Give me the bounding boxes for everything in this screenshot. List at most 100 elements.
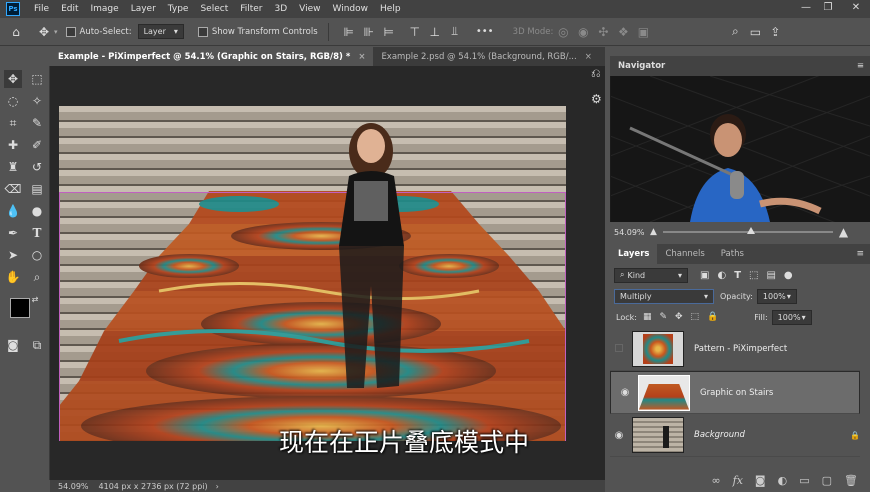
layer-name[interactable]: Background [694, 430, 745, 440]
eye-icon[interactable]: ◉ [616, 387, 634, 398]
3d-slide-icon[interactable]: ❖ [613, 22, 633, 42]
slider-thumb[interactable] [746, 227, 755, 234]
menu-file[interactable]: File [28, 4, 55, 14]
type-tool-icon[interactable]: T [28, 224, 46, 242]
new-group-icon[interactable]: ▭ [799, 474, 809, 487]
share-icon[interactable]: ⇪ [765, 22, 785, 42]
navigator-zoom-value[interactable]: 54.09% [614, 228, 650, 237]
menu-select[interactable]: Select [194, 4, 234, 14]
tab-channels[interactable]: Channels [657, 244, 712, 264]
3d-roll-icon[interactable]: ◉ [573, 22, 593, 42]
menu-filter[interactable]: Filter [234, 4, 268, 14]
move-tool-icon[interactable]: ✥ [34, 22, 54, 42]
menu-window[interactable]: Window [327, 4, 375, 14]
show-transform-checkbox[interactable] [197, 26, 208, 37]
link-layers-icon[interactable]: ∞ [711, 474, 720, 487]
adjustment-layer-icon[interactable]: ◐ [778, 474, 788, 487]
navigator-zoom-slider[interactable] [662, 227, 833, 234]
align-right-icon[interactable]: ⊨ [379, 22, 399, 42]
chevron-down-icon[interactable]: ▾ [54, 28, 58, 36]
menu-image[interactable]: Image [85, 4, 125, 14]
fill-input[interactable]: 100% ▾ [771, 309, 812, 325]
layer-name[interactable]: Graphic on Stairs [700, 388, 773, 398]
crop-tool-icon[interactable]: ⌗ [4, 114, 22, 132]
healing-brush-tool-icon[interactable]: ✚ [4, 136, 22, 154]
pen-tool-icon[interactable]: ✒ [4, 224, 22, 242]
menu-edit[interactable]: Edit [55, 4, 84, 14]
close-icon[interactable]: × [358, 52, 365, 62]
navigator-preview[interactable] [610, 76, 870, 222]
eye-icon[interactable]: ◉ [610, 430, 628, 441]
3d-orbit-icon[interactable]: ◎ [553, 22, 573, 42]
add-mask-icon[interactable]: ◙ [755, 474, 766, 487]
screen-mode-icon[interactable]: ⧉ [28, 336, 46, 354]
brush-tool-icon[interactable]: ✐ [28, 136, 46, 154]
align-left-icon[interactable]: ⊫ [339, 22, 359, 42]
opacity-input[interactable]: 100% ▾ [756, 288, 797, 304]
menu-type[interactable]: Type [162, 4, 195, 14]
layer-name[interactable]: Pattern - PiXimperfect [694, 344, 787, 354]
zoom-out-icon[interactable]: ▲ [650, 227, 657, 237]
3d-scale-icon[interactable]: ▣ [633, 22, 653, 42]
filter-adjustment-icon[interactable]: ◐ [717, 270, 726, 281]
menu-view[interactable]: View [293, 4, 326, 14]
canvas-area[interactable]: 现在在正片叠底模式中 [50, 66, 605, 480]
tab-paths[interactable]: Paths [713, 244, 752, 264]
panel-menu-icon[interactable]: ≡ [857, 61, 864, 71]
align-bottom-icon[interactable]: ⫫ [445, 22, 465, 42]
lasso-tool-icon[interactable]: ◌ [4, 92, 22, 110]
align-top-icon[interactable]: ⊤ [405, 22, 425, 42]
align-center-icon[interactable]: ⊪ [359, 22, 379, 42]
navigator-title[interactable]: Navigator [618, 61, 665, 71]
history-brush-tool-icon[interactable]: ↺ [28, 158, 46, 176]
photoshop-logo-icon[interactable]: Ps [6, 2, 20, 16]
status-zoom[interactable]: 54.09% [58, 482, 89, 491]
ellipse-tool-icon[interactable]: ○ [28, 246, 46, 264]
eraser-tool-icon[interactable]: ⌫ [4, 180, 22, 198]
menu-help[interactable]: Help [374, 4, 407, 14]
blur-tool-icon[interactable]: 💧 [4, 202, 22, 220]
history-panel-icon[interactable]: ⎌ [591, 66, 601, 81]
fx-icon[interactable]: fx [733, 474, 743, 487]
eyedropper-tool-icon[interactable]: ✎ [28, 114, 46, 132]
3d-pan-icon[interactable]: ✣ [593, 22, 613, 42]
align-middle-icon[interactable]: ⊥ [425, 22, 445, 42]
zoom-tool-icon[interactable]: ⌕ [28, 268, 46, 286]
dodge-tool-icon[interactable]: ● [28, 202, 46, 220]
status-arrow-icon[interactable]: › [216, 482, 219, 491]
filter-type-icon[interactable]: T [734, 270, 741, 281]
filter-kind-dropdown[interactable]: ⌕ Kind ▾ [614, 267, 688, 283]
move-tool-icon[interactable]: ✥ [4, 70, 22, 88]
quick-mask-icon[interactable]: ◙ [4, 336, 22, 354]
gradient-tool-icon[interactable]: ▤ [28, 180, 46, 198]
home-icon[interactable]: ⌂ [6, 22, 26, 42]
trash-icon[interactable]: 🗑 [844, 474, 858, 487]
layer-row[interactable]: Pattern - PiXimperfect [610, 328, 860, 371]
search-icon[interactable]: ⌕ [725, 22, 745, 42]
path-selection-tool-icon[interactable]: ➤ [4, 246, 22, 264]
lock-transparent-icon[interactable]: ▦ [643, 312, 652, 322]
layer-row[interactable]: ◉ Background 🔒 [610, 414, 860, 457]
zoom-in-icon[interactable]: ▲ [839, 225, 848, 239]
filter-smart-object-icon[interactable]: ▤ [766, 270, 775, 281]
swap-colors-icon[interactable]: ⇄ [30, 294, 40, 304]
layer-row-selected[interactable]: ◉ Graphic on Stairs [610, 371, 860, 414]
marquee-tool-icon[interactable]: ⬚ [28, 70, 46, 88]
properties-panel-icon[interactable]: ⚙ [591, 92, 602, 106]
document-canvas[interactable] [59, 106, 566, 441]
hand-tool-icon[interactable]: ✋ [4, 268, 22, 286]
visibility-off-icon[interactable] [610, 343, 628, 355]
lock-pixels-icon[interactable]: ✎ [659, 312, 667, 322]
auto-select-checkbox[interactable] [65, 26, 76, 37]
minimize-button[interactable]: — [796, 2, 816, 16]
menu-layer[interactable]: Layer [125, 4, 162, 14]
filter-shape-icon[interactable]: ⬚ [749, 270, 758, 281]
panel-menu-icon[interactable]: ≡ [856, 249, 864, 259]
lock-all-icon[interactable]: 🔒 [707, 312, 718, 322]
magic-wand-tool-icon[interactable]: ✧ [28, 92, 46, 110]
more-options-button[interactable]: ••• [475, 22, 495, 42]
blend-mode-dropdown[interactable]: Multiply ▾ [614, 288, 714, 304]
lock-position-icon[interactable]: ✥ [675, 312, 683, 322]
auto-select-dropdown[interactable]: Layer ▾ [137, 24, 184, 39]
foreground-color-swatch[interactable] [10, 298, 30, 318]
